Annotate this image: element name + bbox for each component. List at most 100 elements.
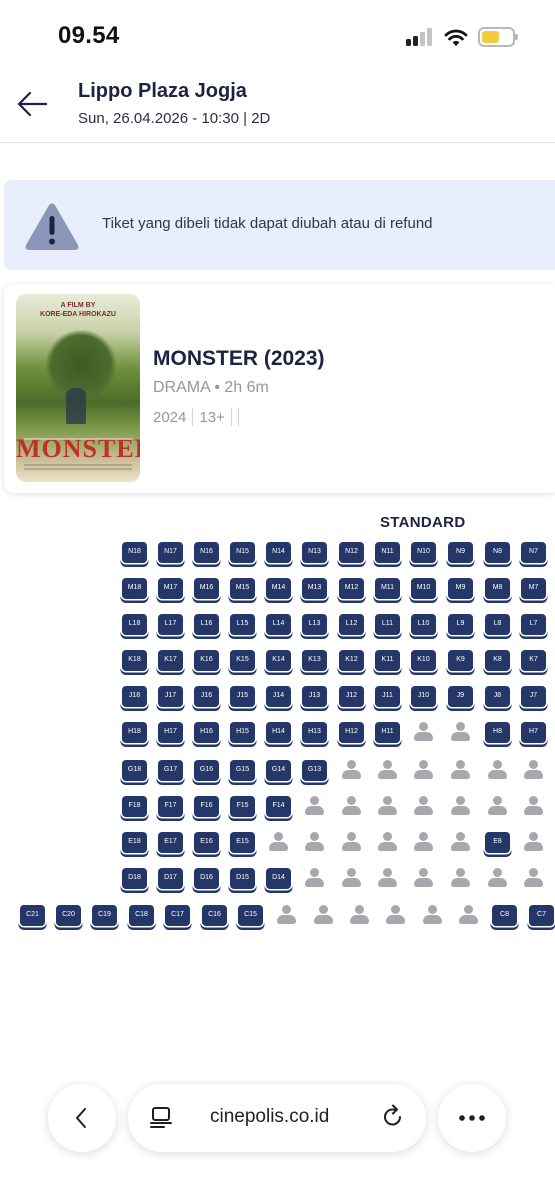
seat-h15[interactable]: H15 xyxy=(230,722,255,743)
seat-g13[interactable]: G13 xyxy=(302,760,327,781)
seat-l9[interactable]: L9 xyxy=(448,614,473,635)
seat-d16[interactable]: D16 xyxy=(194,868,219,889)
seat-g18[interactable]: G18 xyxy=(122,760,147,781)
seat-h14[interactable]: H14 xyxy=(266,722,291,743)
seat-j10[interactable]: J10 xyxy=(411,686,436,707)
seat-k18[interactable]: K18 xyxy=(122,650,147,671)
seat-k12[interactable]: K12 xyxy=(339,650,364,671)
seat-l14[interactable]: L14 xyxy=(266,614,291,635)
seat-m13[interactable]: M13 xyxy=(302,578,327,599)
seat-m17[interactable]: M17 xyxy=(158,578,183,599)
seat-c20[interactable]: C20 xyxy=(56,905,81,926)
seat-m9[interactable]: M9 xyxy=(448,578,473,599)
seat-g14[interactable]: G14 xyxy=(266,760,291,781)
seat-m16[interactable]: M16 xyxy=(194,578,219,599)
seat-l7[interactable]: L7 xyxy=(521,614,546,635)
seat-j7[interactable]: J7 xyxy=(521,686,546,707)
seat-j17[interactable]: J17 xyxy=(158,686,183,707)
seat-g16[interactable]: G16 xyxy=(194,760,219,781)
seat-k16[interactable]: K16 xyxy=(194,650,219,671)
browser-back-button[interactable] xyxy=(48,1084,116,1152)
reload-icon[interactable] xyxy=(380,1104,406,1130)
seat-d17[interactable]: D17 xyxy=(158,868,183,889)
browser-url[interactable]: cinepolis.co.id xyxy=(210,1106,329,1128)
seat-n10[interactable]: N10 xyxy=(411,542,436,563)
seat-k7[interactable]: K7 xyxy=(521,650,546,671)
seat-m8[interactable]: M8 xyxy=(485,578,510,599)
seat-m11[interactable]: M11 xyxy=(375,578,400,599)
seat-l17[interactable]: L17 xyxy=(158,614,183,635)
back-arrow-icon[interactable] xyxy=(14,86,50,122)
seat-n7[interactable]: N7 xyxy=(521,542,546,563)
seat-e8[interactable]: E8 xyxy=(485,832,510,853)
seat-j18[interactable]: J18 xyxy=(122,686,147,707)
seat-k9[interactable]: K9 xyxy=(448,650,473,671)
seat-f16[interactable]: F16 xyxy=(194,796,219,817)
seat-m10[interactable]: M10 xyxy=(411,578,436,599)
seat-l8[interactable]: L8 xyxy=(485,614,510,635)
seat-c19[interactable]: C19 xyxy=(92,905,117,926)
seat-j15[interactable]: J15 xyxy=(230,686,255,707)
seat-c16[interactable]: C16 xyxy=(202,905,227,926)
seat-j11[interactable]: J11 xyxy=(375,686,400,707)
seat-l13[interactable]: L13 xyxy=(302,614,327,635)
seat-f18[interactable]: F18 xyxy=(122,796,147,817)
seat-m12[interactable]: M12 xyxy=(339,578,364,599)
seat-h8[interactable]: H8 xyxy=(485,722,510,743)
seat-l18[interactable]: L18 xyxy=(122,614,147,635)
seat-c17[interactable]: C17 xyxy=(165,905,190,926)
seat-m7[interactable]: M7 xyxy=(521,578,546,599)
reader-mode-icon[interactable] xyxy=(150,1106,174,1130)
seat-e17[interactable]: E17 xyxy=(158,832,183,853)
seat-l16[interactable]: L16 xyxy=(194,614,219,635)
seat-k15[interactable]: K15 xyxy=(230,650,255,671)
seat-j9[interactable]: J9 xyxy=(448,686,473,707)
seat-h11[interactable]: H11 xyxy=(375,722,400,743)
seat-c18[interactable]: C18 xyxy=(129,905,154,926)
seat-h12[interactable]: H12 xyxy=(339,722,364,743)
seat-n14[interactable]: N14 xyxy=(266,542,291,563)
seat-g15[interactable]: G15 xyxy=(230,760,255,781)
seat-d14[interactable]: D14 xyxy=(266,868,291,889)
seat-d15[interactable]: D15 xyxy=(230,868,255,889)
seat-n8[interactable]: N8 xyxy=(485,542,510,563)
seat-k10[interactable]: K10 xyxy=(411,650,436,671)
seat-c15[interactable]: C15 xyxy=(238,905,263,926)
seat-k17[interactable]: K17 xyxy=(158,650,183,671)
seat-k13[interactable]: K13 xyxy=(302,650,327,671)
seat-e18[interactable]: E18 xyxy=(122,832,147,853)
seat-n16[interactable]: N16 xyxy=(194,542,219,563)
seat-e15[interactable]: E15 xyxy=(230,832,255,853)
seat-l12[interactable]: L12 xyxy=(339,614,364,635)
seat-j8[interactable]: J8 xyxy=(485,686,510,707)
seat-n12[interactable]: N12 xyxy=(339,542,364,563)
seat-h13[interactable]: H13 xyxy=(302,722,327,743)
seat-n15[interactable]: N15 xyxy=(230,542,255,563)
seat-n18[interactable]: N18 xyxy=(122,542,147,563)
seat-k8[interactable]: K8 xyxy=(485,650,510,671)
seat-j12[interactable]: J12 xyxy=(339,686,364,707)
browser-address-bar[interactable]: cinepolis.co.id xyxy=(128,1084,426,1152)
seat-e16[interactable]: E16 xyxy=(194,832,219,853)
seat-m18[interactable]: M18 xyxy=(122,578,147,599)
seat-k11[interactable]: K11 xyxy=(375,650,400,671)
seat-j13[interactable]: J13 xyxy=(302,686,327,707)
seat-n9[interactable]: N9 xyxy=(448,542,473,563)
seat-c8[interactable]: C8 xyxy=(492,905,517,926)
seat-j16[interactable]: J16 xyxy=(194,686,219,707)
seat-m14[interactable]: M14 xyxy=(266,578,291,599)
seat-m15[interactable]: M15 xyxy=(230,578,255,599)
seat-h17[interactable]: H17 xyxy=(158,722,183,743)
seat-h16[interactable]: H16 xyxy=(194,722,219,743)
seat-n11[interactable]: N11 xyxy=(375,542,400,563)
seat-f14[interactable]: F14 xyxy=(266,796,291,817)
seat-n17[interactable]: N17 xyxy=(158,542,183,563)
seat-c7[interactable]: C7 xyxy=(529,905,554,926)
seat-l10[interactable]: L10 xyxy=(411,614,436,635)
browser-more-button[interactable] xyxy=(438,1084,506,1152)
seat-g17[interactable]: G17 xyxy=(158,760,183,781)
seat-f15[interactable]: F15 xyxy=(230,796,255,817)
seat-k14[interactable]: K14 xyxy=(266,650,291,671)
seat-l11[interactable]: L11 xyxy=(375,614,400,635)
seat-f17[interactable]: F17 xyxy=(158,796,183,817)
